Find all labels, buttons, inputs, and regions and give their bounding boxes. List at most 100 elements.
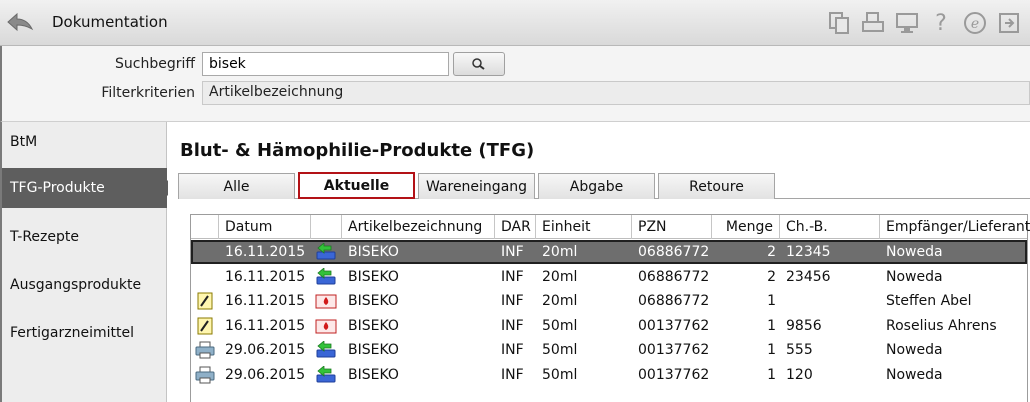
cell-einheit: 50ml [542, 367, 578, 383]
documents-icon[interactable] [824, 9, 854, 37]
edit-note-icon [194, 291, 216, 311]
cell-einheit: 20ml [542, 293, 578, 310]
cell-menge: 1 [767, 293, 776, 310]
cell-einheit: 50ml [542, 317, 578, 334]
printer-icon [194, 340, 216, 360]
sidebar-item-tfg-produkte[interactable]: TFG-Produkte [2, 168, 175, 208]
search-panel: Suchbegriff Filterkriterien Artikelbezei… [0, 46, 1030, 122]
column-header-charge[interactable]: Ch.-B. [780, 215, 880, 239]
printer-icon [194, 365, 216, 385]
cell-pzn: 06886772 [638, 293, 710, 310]
cell-datum: 29.06.2015 [225, 367, 306, 383]
column-header-einheit[interactable]: Einheit [536, 215, 632, 239]
cell-dar: INF [501, 342, 524, 359]
cell-datum: 16.11.2015 [225, 268, 306, 285]
blood-drop-icon [315, 316, 337, 336]
column-header-empfaenger[interactable]: Empfänger/Lieferant [880, 215, 1030, 239]
page-title: Blut- & Hämophilie-Produkte (TFG) [180, 140, 535, 161]
sidebar-item-ausgangsprodukte[interactable]: Ausgangsprodukte [2, 265, 167, 305]
type-cell [194, 267, 216, 287]
cell-charge [780, 289, 880, 313]
cell-artikelbezeichnung: BISEKO [348, 268, 399, 285]
svg-text:e: e [971, 16, 979, 32]
cell-empfaenger: Noweda [886, 244, 943, 260]
sidebar-item-t-rezepte[interactable]: T-Rezepte [2, 217, 167, 257]
cell-charge: 23456 [786, 268, 831, 285]
column-header-artikelbezeichnung[interactable]: Artikelbezeichnung [342, 215, 495, 239]
column-header-pzn[interactable]: PZN [632, 215, 712, 239]
cell-charge: 9856 [786, 317, 822, 334]
column-header-dar[interactable]: DAR [495, 215, 536, 239]
table-row[interactable]: 16.11.2015 BISEKO INF 20ml 06886772 2 12345 Now… [191, 240, 1027, 264]
tab-alle[interactable]: Alle [178, 173, 295, 199]
table-row[interactable]: 29.06.2015 BISEKO INF 50ml 00137762 1 120 Nowed… [191, 363, 1027, 387]
column-header-datum[interactable]: Datum [219, 215, 311, 239]
documentation-table: Datum Artikelbezeichnung DAR Einheit PZN… [190, 214, 1030, 402]
incoming-arrow-icon [315, 365, 337, 385]
euro-icon[interactable]: e [960, 9, 990, 37]
table-row[interactable]: 16.11.2015 BISEKO INF 20ml 06886772 1 Steffen … [191, 289, 1027, 313]
search-input[interactable] [202, 52, 449, 76]
type-cell [194, 242, 216, 262]
table-row[interactable]: 16.11.2015 BISEKO INF 20ml 06886772 2 23456 Now… [191, 265, 1027, 289]
cell-einheit: 20ml [542, 268, 578, 285]
magnifier-icon [472, 58, 485, 70]
cell-datum: 16.11.2015 [225, 293, 306, 310]
table-row[interactable]: 29.06.2015 BISEKO INF 50ml 00137762 1 555 Nowed… [191, 338, 1027, 362]
search-label: Suchbegriff [114, 56, 195, 72]
column-header-type[interactable] [191, 215, 219, 239]
cell-dar: INF [501, 367, 524, 383]
cell-empfaenger: Noweda [886, 367, 943, 383]
sidebar: BtM TFG-Produkte T-Rezepte Ausgangsprodu… [0, 122, 175, 402]
cell-artikelbezeichnung: BISEKO [348, 293, 399, 310]
cell-menge: 1 [767, 342, 776, 359]
sidebar-item-btm[interactable]: BtM [2, 122, 167, 162]
exit-icon[interactable] [994, 9, 1024, 37]
incoming-arrow-icon [315, 340, 337, 360]
cell-menge: 1 [767, 317, 776, 334]
cell-artikelbezeichnung: BISEKO [348, 317, 399, 334]
cell-dar: INF [501, 268, 524, 285]
incoming-arrow-icon [315, 267, 337, 287]
column-header-menge[interactable]: Menge [712, 215, 780, 239]
filter-field[interactable]: Artikelbezeichnung [202, 81, 1030, 105]
table-header: Datum Artikelbezeichnung DAR Einheit PZN… [191, 215, 1030, 239]
tab-aktuelle[interactable]: Aktuelle [298, 172, 415, 199]
cell-datum: 29.06.2015 [225, 342, 306, 359]
cell-charge: 12345 [786, 244, 831, 260]
cell-artikelbezeichnung: BISEKO [348, 342, 399, 359]
cell-artikelbezeichnung: BISEKO [348, 367, 399, 383]
tab-wareneingang[interactable]: Wareneingang [418, 173, 535, 199]
cell-pzn: 00137762 [638, 367, 710, 383]
blood-drop-icon [315, 291, 337, 311]
cell-empfaenger: Roselius Ahrens [886, 317, 997, 334]
cell-menge: 1 [767, 367, 776, 383]
column-header-direction[interactable] [311, 215, 342, 239]
sidebar-item-fertigarzneimittel[interactable]: Fertigarzneimittel [2, 313, 167, 353]
cell-artikelbezeichnung: BISEKO [348, 244, 399, 260]
cell-menge: 2 [767, 244, 776, 260]
back-arrow-icon[interactable] [6, 9, 36, 37]
cell-empfaenger: Steffen Abel [886, 293, 972, 310]
tab-retoure[interactable]: Retoure [658, 173, 775, 199]
cell-pzn: 00137762 [638, 342, 710, 359]
main-content: Blut- & Hämophilie-Produkte (TFG) Alle A… [168, 122, 1030, 402]
tab-abgabe[interactable]: Abgabe [538, 173, 655, 199]
cell-pzn: 00137762 [638, 317, 710, 334]
cell-charge: 120 [786, 367, 813, 383]
cell-pzn: 06886772 [638, 268, 710, 285]
cell-pzn: 06886772 [638, 244, 710, 260]
search-button[interactable] [453, 52, 505, 76]
printer-icon[interactable] [858, 9, 888, 37]
filter-label: Filterkriterien [101, 85, 195, 101]
window-title: Dokumentation [52, 13, 168, 31]
cell-empfaenger: Noweda [886, 342, 943, 359]
monitor-icon[interactable] [892, 9, 922, 37]
cell-einheit: 50ml [542, 342, 578, 359]
cell-datum: 16.11.2015 [225, 244, 306, 260]
cell-einheit: 20ml [542, 244, 578, 260]
cell-datum: 16.11.2015 [225, 317, 306, 334]
help-icon[interactable]: ? [926, 9, 956, 37]
title-bar: Dokumentation ? e [0, 0, 1030, 46]
table-row[interactable]: 16.11.2015 BISEKO INF 50ml 00137762 1 9856 Rose… [191, 314, 1027, 338]
